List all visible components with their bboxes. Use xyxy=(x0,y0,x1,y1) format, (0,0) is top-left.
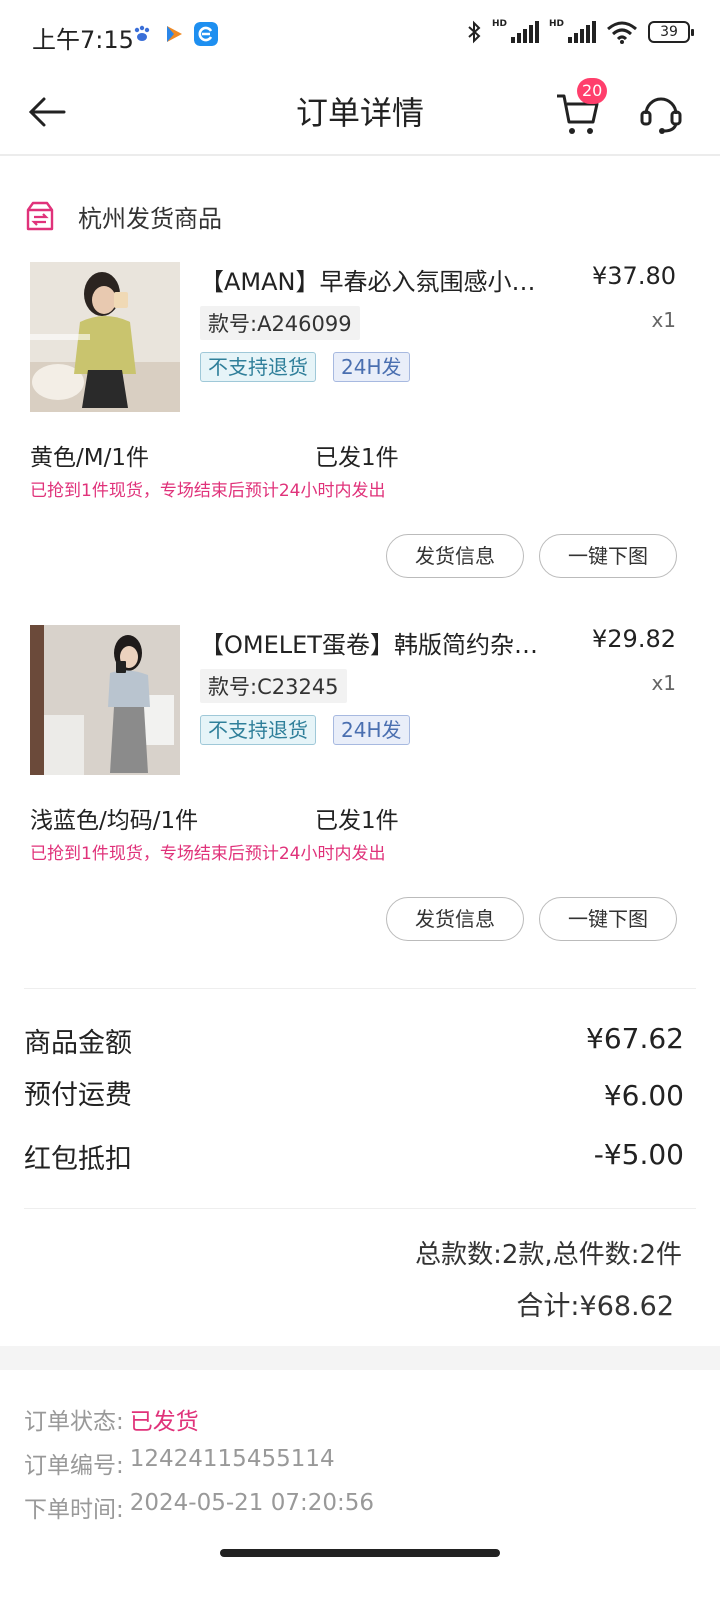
signal-2-icon xyxy=(568,21,596,43)
product-title[interactable]: 【OMELET蛋卷】韩版简约杂… xyxy=(200,625,570,660)
product-price: ¥29.82 xyxy=(592,625,676,653)
no-return-tag: 不支持退货 xyxy=(200,715,316,745)
shipping-box-icon xyxy=(26,201,54,231)
order-time-value: 2024-05-21 07:20:56 xyxy=(129,1490,375,1516)
shipping-info-button[interactable]: 发货信息 xyxy=(386,534,524,578)
order-number-label: 订单编号: xyxy=(24,1453,124,1479)
no-return-tag: 不支持退货 xyxy=(200,352,316,382)
ship-24h-tag: 24H发 xyxy=(333,352,410,382)
product-spec: 浅蓝色/均码/1件 xyxy=(30,808,199,834)
status-bar: 上午7:15 HD HD 39 xyxy=(0,0,720,70)
hd-label: HD xyxy=(491,19,507,29)
product-price: ¥37.80 xyxy=(592,262,676,290)
product-title[interactable]: 【AMAN】早春必入氛围感小… xyxy=(200,262,570,297)
product-code: 款号:A246099 xyxy=(200,306,360,340)
wifi-icon xyxy=(607,21,637,44)
nav-bar: 订单详情 xyxy=(0,70,720,156)
section-separator xyxy=(0,1346,720,1370)
cart-count-badge: 20 xyxy=(577,78,608,104)
stock-note: 已抢到1件现货，专场结束后预计24小时内发出 xyxy=(30,844,386,864)
battery-icon: 39 xyxy=(648,21,694,43)
play-app-icon xyxy=(167,26,182,42)
order-status-row: 订单状态: 已发货 xyxy=(24,1402,199,1436)
order-time-label: 下单时间: xyxy=(24,1497,124,1523)
download-images-button[interactable]: 一键下图 xyxy=(539,534,677,578)
product-code: 款号:C23245 xyxy=(200,669,347,703)
item-count-summary: 总款数:2款,总件数:2件 xyxy=(415,1240,682,1270)
red-packet-label: 红包抵扣 xyxy=(24,1144,132,1175)
product-image[interactable] xyxy=(30,262,180,412)
warehouse-section-header: 杭州发货商品 xyxy=(24,196,222,236)
order-status-value: 已发货 xyxy=(129,1409,199,1435)
order-total: 合计:¥68.62 xyxy=(516,1291,674,1322)
status-time: 上午7:15 xyxy=(32,26,134,54)
paw-app-icon xyxy=(134,25,150,41)
download-images-button[interactable]: 一键下图 xyxy=(539,897,677,941)
browser-app-icon xyxy=(194,22,218,46)
signal-1-icon xyxy=(510,21,539,43)
divider xyxy=(24,988,696,989)
product-image[interactable] xyxy=(30,625,180,775)
order-number-row: 订单编号: 12424115455114 xyxy=(24,1446,335,1480)
order-number-value[interactable]: 12424115455114 xyxy=(130,1446,335,1480)
ship-24h-tag: 24H发 xyxy=(333,715,410,745)
product-quantity: x1 xyxy=(651,671,676,695)
shipping-fee-label: 预付运费 xyxy=(24,1080,132,1111)
order-time-row: 下单时间: 2024-05-21 07:20:56 xyxy=(24,1490,374,1524)
hd-label-2: HD xyxy=(548,19,564,29)
product-spec: 黄色/M/1件 xyxy=(30,445,149,471)
home-indicator[interactable] xyxy=(220,1549,500,1557)
divider xyxy=(24,1208,696,1209)
shipping-info-button[interactable]: 发货信息 xyxy=(386,897,524,941)
bluetooth-icon xyxy=(468,20,481,44)
customer-service-headset-icon[interactable] xyxy=(638,90,684,136)
red-packet-value: -¥5.00 xyxy=(593,1138,684,1171)
shipping-fee-value: ¥6.00 xyxy=(603,1079,684,1112)
status-indicators: HD HD 39 xyxy=(466,19,694,44)
shipped-count: 已发1件 xyxy=(315,445,399,471)
product-quantity: x1 xyxy=(651,308,676,332)
section-title: 杭州发货商品 xyxy=(78,204,222,233)
goods-amount-label: 商品金额 xyxy=(24,1028,132,1059)
order-status-label: 订单状态: xyxy=(24,1409,124,1435)
stock-note: 已抢到1件现货，专场结束后预计24小时内发出 xyxy=(30,481,386,501)
shipped-count: 已发1件 xyxy=(315,808,399,834)
page-title: 订单详情 xyxy=(295,94,424,132)
goods-amount-value: ¥67.62 xyxy=(586,1022,684,1055)
back-arrow-icon[interactable] xyxy=(26,90,70,134)
